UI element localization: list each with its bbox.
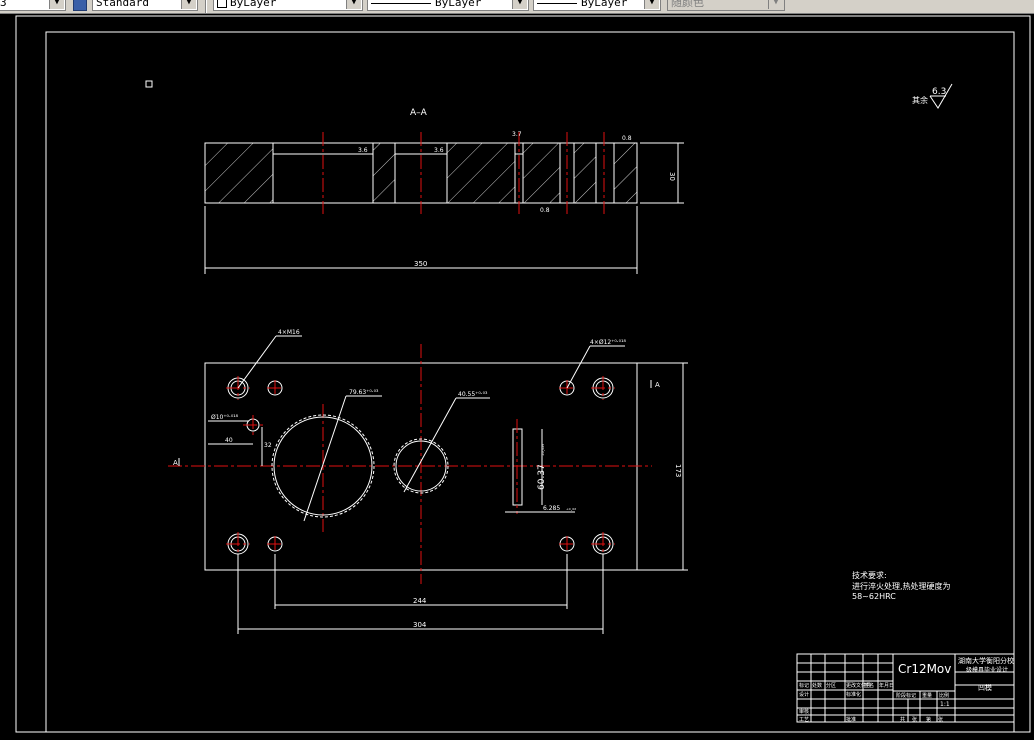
tb-label: 张 [912, 716, 917, 723]
dim-label: 0.8 [540, 207, 550, 214]
scale: 1:1 [940, 701, 950, 708]
title-block: Cr12Mov 湖南大学衡阳分校 级模具毕业设计 凹模 1:1 标记 处数 分区… [796, 653, 1015, 723]
section-hatch [447, 143, 515, 203]
dim-32: 32 [264, 442, 272, 449]
tb-label: 张 [938, 716, 943, 723]
tb-label: 处数 [812, 682, 822, 689]
dim-label: 0.8 [622, 135, 632, 142]
leader [403, 397, 457, 493]
text-style-value: Standard [96, 0, 149, 9]
tb-label: 分区 [826, 682, 836, 689]
plan-view: 173 4×M16 4×Ø12⁺⁰·⁰¹⁸ 79.63⁺⁰·⁰³ 40.55⁺⁰… [168, 329, 688, 634]
tb-label: 比例 [939, 692, 949, 699]
layer-color-dropdown[interactable]: ByLayer ▼ [213, 0, 363, 11]
section-hatch [205, 143, 273, 203]
tb-label: 标准化 [846, 691, 861, 698]
text-style-dropdown[interactable]: Standard ▼ [92, 0, 198, 11]
tb-label: 第 [926, 716, 931, 723]
layer-color-value: ByLayer [230, 0, 277, 9]
chevron-down-icon[interactable]: ▼ [181, 0, 196, 9]
section-hatch [523, 143, 560, 203]
toolbar-separator [205, 0, 207, 13]
label-dia40: 40.55⁺⁰·⁰³ [458, 391, 488, 398]
label-dia79: 79.63⁺⁰·⁰³ [349, 389, 379, 396]
tb-label: 重量 [922, 692, 932, 699]
sheet-outer-border [15, 15, 1031, 733]
label-4xd12: 4×Ø12⁺⁰·⁰¹⁸ [590, 339, 626, 346]
ucs-marker-icon [145, 80, 153, 88]
part-name: 凹模 [978, 683, 992, 692]
label-4xm16: 4×M16 [278, 329, 300, 336]
tech-req-line2: 58~62HRC [852, 592, 896, 601]
plot-style-value: 随颜色 [671, 0, 704, 9]
tb-label: 共 [900, 716, 905, 723]
dim-304: 304 [413, 621, 427, 629]
section-mark-left: A [173, 459, 178, 467]
dim-244: 244 [413, 597, 427, 605]
stub-dropdown[interactable]: 3 ▼ [0, 0, 66, 11]
section-hatch [614, 143, 637, 203]
section-hatch [373, 143, 395, 203]
lineweight-dropdown[interactable]: ByLayer ▼ [533, 0, 661, 11]
tech-req-title: 技术要求: [852, 570, 887, 580]
linetype-dropdown[interactable]: ByLayer ▼ [367, 0, 529, 11]
dim-350: 350 [414, 260, 427, 268]
sheet-inner-border [45, 31, 1015, 733]
dim-slot-width: 6.285 [543, 505, 560, 512]
stub-value: 3 [0, 0, 7, 9]
dim-30: 30 [668, 172, 676, 181]
section-view: 350 30 3.6 3.6 3.7 0.8 0.8 [204, 131, 684, 274]
leader [237, 335, 277, 389]
drawing-canvas[interactable]: 其余 6.3 A–A 350 30 3.6 3.6 3.7 0.8 0.8 17… [0, 14, 1034, 736]
dim-173: 173 [674, 464, 682, 477]
linetype-value: ByLayer [435, 0, 482, 9]
tb-label: 年月日 [879, 682, 894, 689]
material: Cr12Mov [898, 662, 951, 676]
tb-label: 阶段标记 [896, 692, 916, 699]
section-hatch [574, 143, 596, 203]
dim-slot-tol: ⁺⁰·⁰²⁵ [542, 444, 548, 456]
project: 级模具毕业设计 [966, 666, 1008, 674]
tb-label: 审核 [799, 708, 809, 715]
dim-slot-width-tol: ⁺⁰·⁰² [566, 508, 576, 514]
plot-style-dropdown[interactable]: 随颜色 ▼ [667, 0, 785, 11]
chevron-down-icon[interactable]: ▼ [644, 0, 659, 9]
school: 湖南大学衡阳分校 [958, 656, 1014, 665]
tech-req-line1: 进行淬火处理,热处理硬度为 [852, 581, 951, 591]
properties-toolbar: 3 ▼ Standard ▼ ByLayer ▼ ByLayer ▼ ByLay… [0, 0, 1034, 14]
dim-40: 40 [225, 437, 233, 444]
tb-label: 工艺 [799, 717, 809, 723]
text-style-icon[interactable] [73, 0, 87, 11]
tb-label: 设计 [799, 691, 809, 698]
color-swatch-icon [217, 0, 227, 8]
leader [566, 345, 591, 389]
dim-label: 3.6 [434, 147, 444, 154]
linetype-preview-icon [371, 2, 431, 4]
dim-label: 3.6 [358, 147, 368, 154]
cad-drawing: 其余 6.3 A–A 350 30 3.6 3.6 3.7 0.8 0.8 17… [15, 15, 1031, 733]
tb-label: 标记 [799, 682, 809, 689]
lineweight-value: ByLayer [581, 0, 628, 9]
label-dia10: Ø10⁺⁰·⁰¹⁸ [211, 414, 239, 421]
chevron-down-icon[interactable]: ▼ [49, 0, 64, 9]
dim-slot-length: 60.37 [537, 464, 547, 490]
section-label: A–A [410, 108, 428, 118]
tb-label: 批准 [846, 716, 856, 723]
roughness-prefix: 其余 [912, 95, 928, 105]
lineweight-preview-icon [537, 2, 577, 4]
chevron-down-icon[interactable]: ▼ [768, 0, 783, 9]
dim-label: 3.7 [512, 131, 522, 138]
section-mark-right: A [655, 381, 660, 389]
tb-label: 签名 [864, 682, 874, 689]
chevron-down-icon[interactable]: ▼ [512, 0, 527, 9]
chevron-down-icon[interactable]: ▼ [346, 0, 361, 9]
